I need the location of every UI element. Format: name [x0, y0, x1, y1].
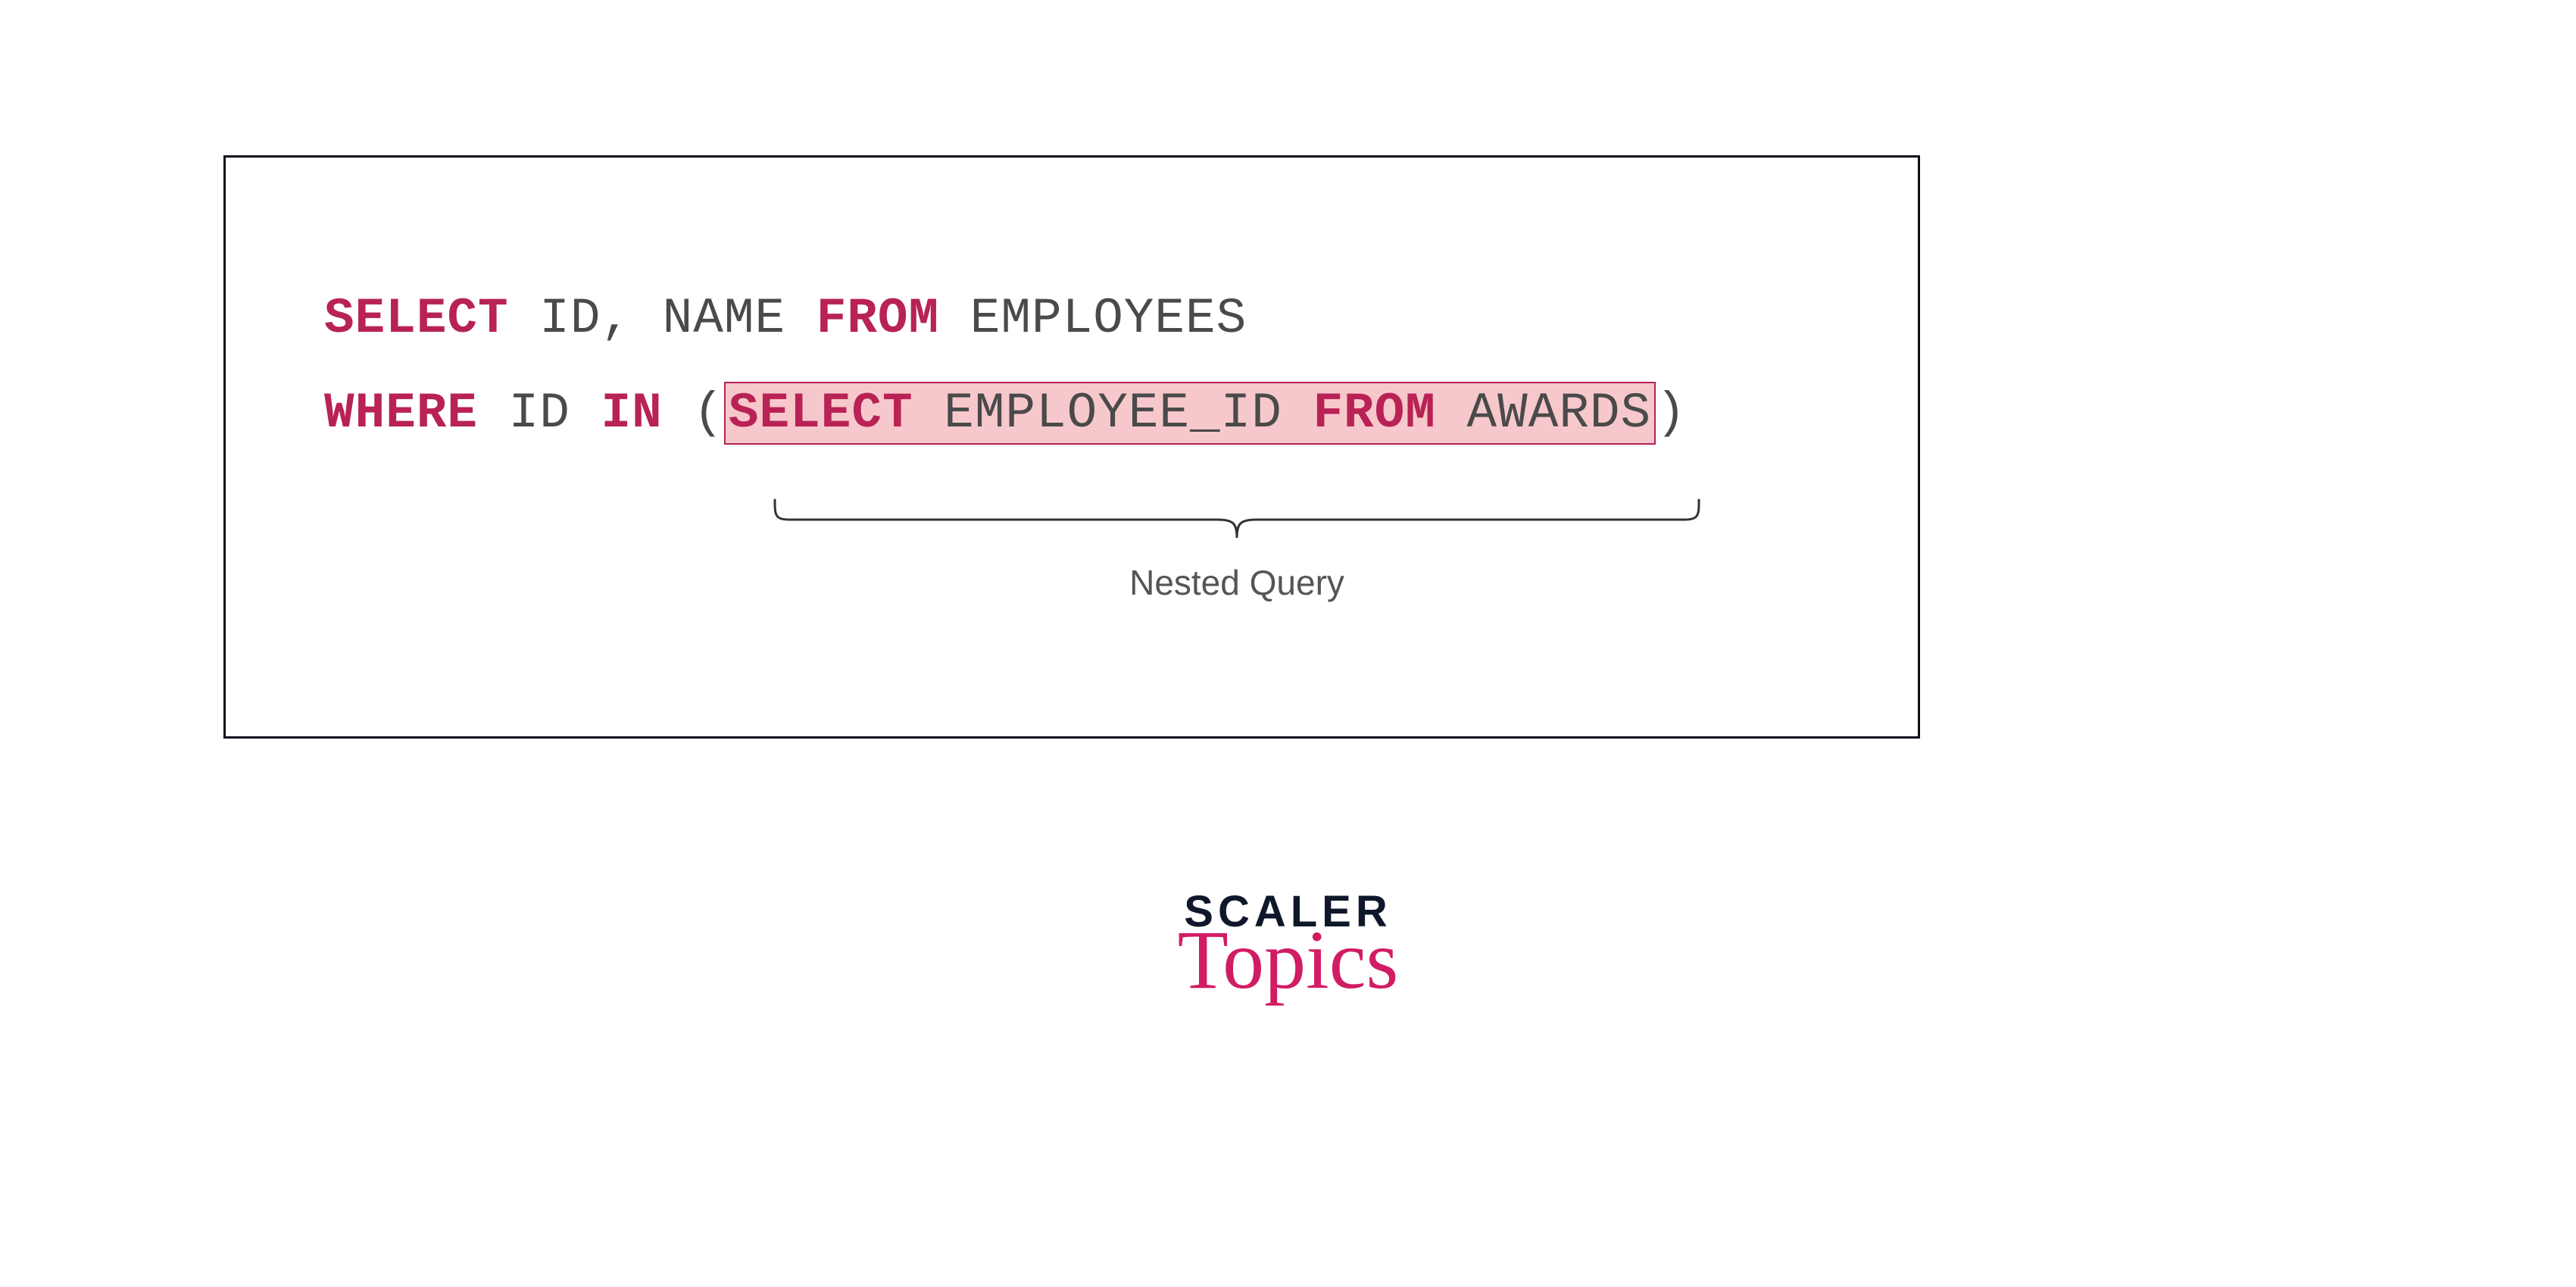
open-paren: (	[663, 385, 724, 442]
inner-keyword-select: SELECT	[729, 385, 913, 442]
close-paren: )	[1656, 385, 1687, 442]
where-column: ID	[478, 385, 601, 442]
code-line-2: WHERE ID IN (SELECT EMPLOYEE_ID FROM AWA…	[324, 366, 1812, 461]
code-line-1: SELECT ID, NAME FROM EMPLOYEES	[324, 271, 1812, 366]
nested-query-highlight: SELECT EMPLOYEE_ID FROM AWARDS	[724, 382, 1656, 445]
table-name: EMPLOYEES	[939, 290, 1247, 347]
keyword-where: WHERE	[324, 385, 478, 442]
inner-keyword-from: FROM	[1313, 385, 1435, 442]
keyword-select: SELECT	[324, 290, 509, 347]
annotation-brace: Nested Query	[771, 498, 1703, 603]
sql-diagram-box: SELECT ID, NAME FROM EMPLOYEES WHERE ID …	[223, 155, 1920, 739]
scaler-topics-logo: SCALER Topics	[1178, 886, 1399, 989]
logo-sub-text: Topics	[1178, 931, 1399, 989]
keyword-in: IN	[601, 385, 662, 442]
inner-table: AWARDS	[1436, 385, 1651, 442]
keyword-from: FROM	[817, 290, 939, 347]
columns: ID, NAME	[509, 290, 817, 347]
annotation-label: Nested Query	[771, 562, 1703, 603]
inner-column: EMPLOYEE_ID	[913, 385, 1313, 442]
curly-brace-icon	[771, 498, 1703, 544]
